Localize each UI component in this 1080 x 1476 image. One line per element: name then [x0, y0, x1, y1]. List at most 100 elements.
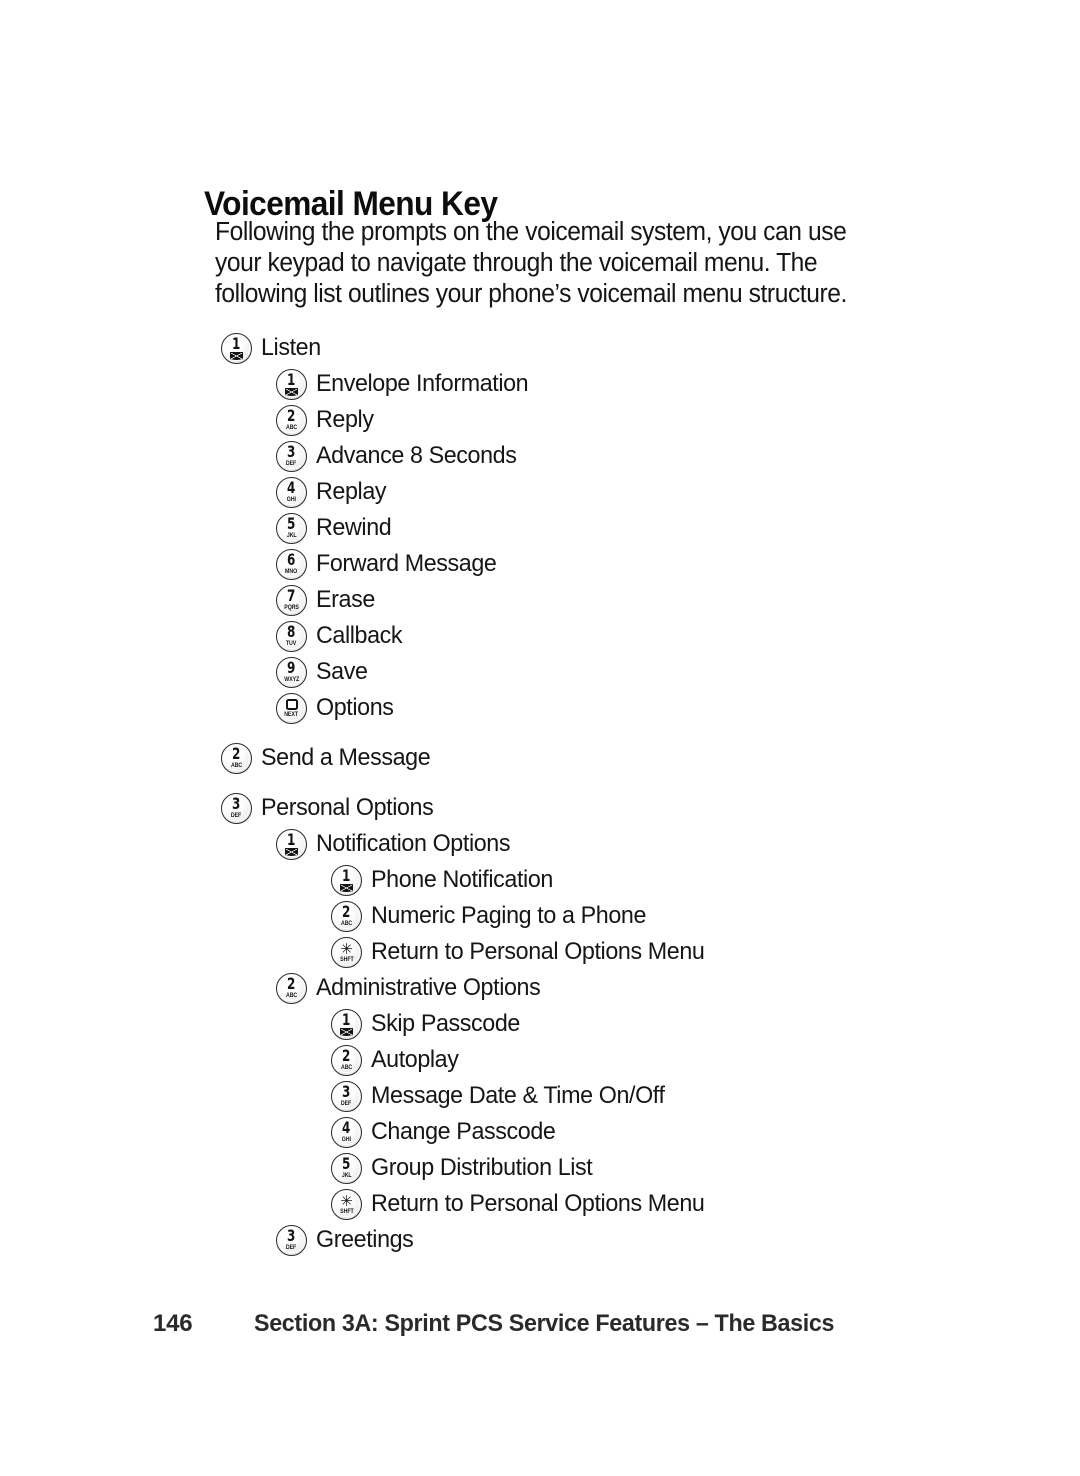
menu-item: 1 Phone Notification — [0, 862, 1080, 898]
menu-item-label: Change Passcode — [371, 1118, 556, 1145]
menu-item-label: Group Distribution List — [371, 1154, 593, 1181]
digit-key-icon-8: 8 TUV — [276, 620, 307, 652]
menu-item: 2 ABC Numeric Paging to a Phone — [0, 898, 1080, 934]
menu-item: 2 ABC Reply — [0, 402, 1080, 438]
menu-item: 3 DEF Personal Options — [0, 790, 1080, 826]
key-sublabel: GHI — [286, 495, 297, 503]
star-glyph-icon: ✳ — [340, 1192, 353, 1211]
intro-line: your keypad to navigate through the voic… — [215, 249, 818, 277]
menu-item-label: Notification Options — [316, 830, 511, 857]
key-digit: 1 — [232, 334, 241, 353]
key-sublabel: SHFT — [339, 1207, 354, 1215]
menu-item-label: Administrative Options — [316, 974, 541, 1001]
key-digit: 3 — [342, 1082, 351, 1102]
key-sublabel: JKL — [341, 1171, 352, 1179]
menu-item-label: Greetings — [316, 1226, 414, 1253]
page-footer: 146 Section 3A: Sprint PCS Service Featu… — [0, 1310, 1080, 1338]
menu-item: NEXT Options — [0, 690, 1080, 726]
menu-item-label: Forward Message — [316, 550, 497, 577]
menu-item-label: Reply — [316, 406, 374, 433]
key-digit: 2 — [342, 902, 351, 922]
menu-item: 3 DEF Greetings — [0, 1222, 1080, 1258]
key-digit: 3 — [287, 442, 296, 462]
key-sublabel: ABC — [285, 991, 298, 999]
menu-item: ✳ SHFT Return to Personal Options Menu — [0, 1186, 1080, 1222]
menu-item: 1 Envelope Information — [0, 366, 1080, 402]
key-digit: 7 — [287, 586, 296, 606]
envelope-glyph-icon — [340, 884, 353, 892]
key-digit: 1 — [342, 866, 351, 885]
manual-page: Voicemail Menu Key Following the prompts… — [0, 0, 1080, 1476]
menu-item-label: Rewind — [316, 514, 392, 541]
key-digit: 8 — [287, 622, 296, 642]
menu-item-label: Return to Personal Options Menu — [371, 1190, 705, 1217]
menu-item-label: Message Date & Time On/Off — [371, 1082, 665, 1109]
menu-item: 1 Notification Options — [0, 826, 1080, 862]
envelope-key-icon: 1 — [221, 332, 252, 364]
menu-item: 5 JKL Rewind — [0, 510, 1080, 546]
star-key-icon: ✳ SHFT — [331, 936, 362, 968]
digit-key-icon-2: 2 ABC — [331, 1044, 362, 1076]
menu-item-label: Return to Personal Options Menu — [371, 938, 705, 965]
key-digit: 4 — [342, 1118, 351, 1138]
menu-item-label: Phone Notification — [371, 866, 553, 893]
menu-item: 7 PQRS Erase — [0, 582, 1080, 618]
menu-item: 6 MNO Forward Message — [0, 546, 1080, 582]
menu-item: 3 DEF Advance 8 Seconds — [0, 438, 1080, 474]
key-sublabel: DEF — [286, 1243, 297, 1251]
key-digit: 2 — [287, 974, 296, 994]
menu-item: ✳ SHFT Return to Personal Options Menu — [0, 934, 1080, 970]
menu-item-label: Advance 8 Seconds — [316, 442, 517, 469]
menu-item-label: Envelope Information — [316, 370, 529, 397]
menu-item-label: Personal Options — [261, 794, 434, 821]
footer-page-number: 146 — [153, 1310, 193, 1337]
digit-key-icon-2: 2 ABC — [331, 900, 362, 932]
menu-item: 1 Listen — [0, 330, 1080, 366]
key-digit: 4 — [287, 478, 296, 498]
menu-item: 2 ABC Send a Message — [0, 740, 1080, 776]
menu-item-label: Save — [316, 658, 368, 685]
key-sublabel: ABC — [285, 423, 298, 431]
menu-item: 2 ABC Autoplay — [0, 1042, 1080, 1078]
digit-key-icon-4: 4 GHI — [276, 476, 307, 508]
envelope-glyph-icon — [230, 352, 243, 360]
menu-item-label: Numeric Paging to a Phone — [371, 902, 647, 929]
digit-key-icon-3: 3 DEF — [276, 1224, 307, 1256]
next-key-icon: NEXT — [276, 692, 307, 724]
menu-item-label: Callback — [316, 622, 403, 649]
intro-line: Following the prompts on the voicemail s… — [215, 218, 847, 246]
key-sublabel: NEXT — [284, 710, 299, 718]
key-sublabel: PQRS — [284, 603, 299, 611]
menu-item: 2 ABC Administrative Options — [0, 970, 1080, 1006]
envelope-key-icon: 1 — [331, 1008, 362, 1040]
intro-line: following list outlines your phone’s voi… — [215, 280, 847, 308]
key-digit: 2 — [287, 406, 296, 426]
envelope-glyph-icon — [285, 848, 298, 856]
star-glyph-icon: ✳ — [340, 940, 353, 959]
digit-key-icon-3: 3 DEF — [221, 792, 252, 824]
digit-key-icon-9: 9 WXYZ — [276, 656, 307, 688]
envelope-key-icon: 1 — [276, 828, 307, 860]
key-digit: 2 — [342, 1046, 351, 1066]
key-digit: 1 — [342, 1010, 351, 1029]
menu-item-label: Options — [316, 694, 394, 721]
key-sublabel: ABC — [230, 761, 243, 769]
intro-paragraph: Following the prompts on the voicemail s… — [215, 217, 891, 310]
envelope-key-icon: 1 — [276, 368, 307, 400]
key-sublabel: ABC — [340, 1063, 353, 1071]
menu-item-label: Erase — [316, 586, 375, 613]
digit-key-icon-7: 7 PQRS — [276, 584, 307, 616]
menu-item: 4 GHI Change Passcode — [0, 1114, 1080, 1150]
footer-section-title: Section 3A: Sprint PCS Service Features … — [254, 1310, 835, 1337]
key-digit: 9 — [287, 658, 296, 678]
key-sublabel: TUV — [286, 639, 297, 647]
menu-item: 4 GHI Replay — [0, 474, 1080, 510]
zero-glyph-icon — [285, 699, 298, 711]
key-digit: 3 — [232, 794, 241, 814]
key-sublabel: JKL — [286, 531, 297, 539]
key-sublabel: GHI — [341, 1135, 352, 1143]
menu-item: 8 TUV Callback — [0, 618, 1080, 654]
key-sublabel: ABC — [340, 919, 353, 927]
menu-item-label: Listen — [261, 334, 321, 361]
key-digit: 1 — [287, 370, 296, 389]
